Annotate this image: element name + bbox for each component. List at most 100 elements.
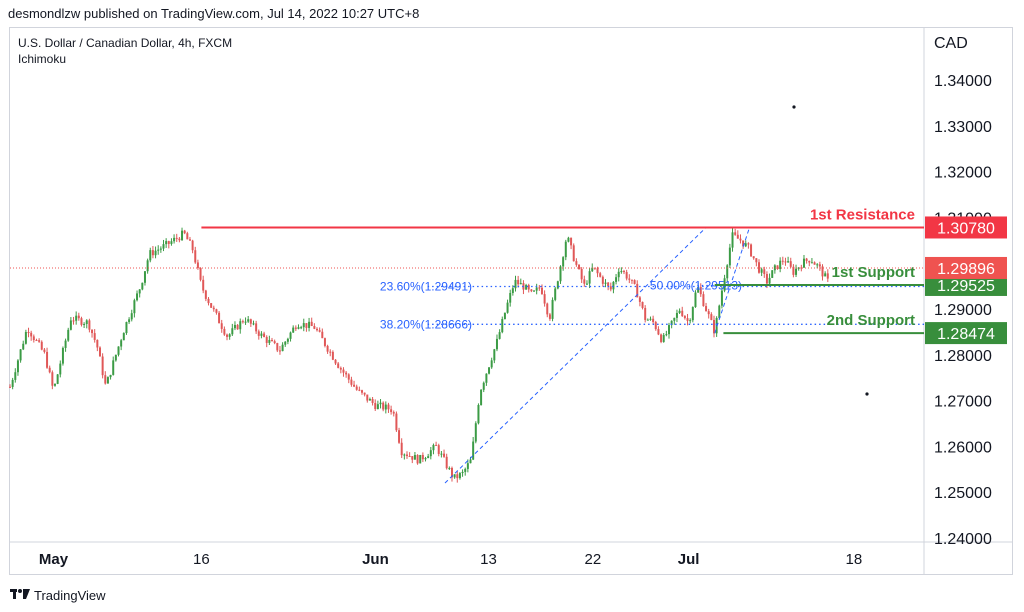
candle-body [437,445,440,454]
price-chart[interactable]: 23.60%(1.29491)38.20%(1.28666)50.00%(1.2… [0,0,1024,612]
candle-body [268,339,271,343]
candle-body [546,303,549,315]
candle-body [91,329,94,334]
candle-body [281,344,284,352]
candle-body [427,456,430,459]
candle-body [448,467,451,469]
candle-body [810,262,813,264]
candle-body [644,307,647,320]
candle-body [331,351,334,360]
candle-body [112,360,115,375]
candle-body [771,270,774,278]
candle-body [149,250,152,261]
tradingview-footer[interactable]: TradingView [10,588,106,603]
candle-body [347,374,350,380]
tradingview-brand: TradingView [34,588,106,603]
sr-level-name: 2nd Support [827,312,915,329]
candle-body [787,261,790,263]
candle-body [694,292,697,308]
candle-body [188,239,191,241]
sr-level-name: 1st Support [832,264,915,281]
candle-body [326,345,329,352]
candle-body [503,312,506,320]
candle-body [498,332,501,339]
candle-body [805,258,808,261]
candle-body [358,389,361,391]
candle-body [321,331,324,339]
currency-label: CAD [934,35,968,52]
candle-body [379,402,382,405]
candle-body [405,454,408,457]
candle-body [474,423,477,442]
candle-body [734,232,737,235]
candle-body [673,317,676,321]
candle-body [538,287,541,289]
candle-body [588,271,591,284]
candle-body [120,340,123,347]
candle-body [106,377,109,384]
candle-body [218,312,221,324]
sr-level-name: 1st Resistance [810,206,915,223]
candle-body [350,379,353,385]
candle-body [578,264,581,269]
candle-body [826,273,829,279]
fib-trend-line [444,227,707,484]
candle-body [408,456,411,458]
candle-body [30,332,33,337]
candle-body [681,310,684,316]
candle-body [228,334,231,337]
candle-body [596,268,599,274]
candle-body [548,314,551,319]
y-tick-label: 1.25000 [934,485,992,502]
candle-body [485,373,488,383]
candle-body [186,233,189,240]
candle-body [466,463,469,469]
candle-body [194,250,197,263]
candle-body [530,289,533,292]
candle-body [130,313,133,320]
candle-body [345,372,348,375]
candle-body [633,280,636,284]
candle-body [233,324,236,329]
candle-body [445,456,448,469]
candle-body [337,363,340,368]
candle-body [27,332,30,334]
candle-body [572,245,575,262]
candle-body [747,243,750,245]
x-tick-label: 13 [480,551,497,568]
candle-body [480,389,483,406]
candle-body [236,324,239,330]
time-axis[interactable]: May 16 Jun 13 22 Jul 18 [39,551,862,568]
candle-body [19,349,22,361]
candle-body [398,430,401,443]
candle-body [440,453,443,455]
candle-body [416,455,419,464]
candle-body [702,294,705,307]
candle-body [461,471,464,474]
candle-body [750,244,753,257]
candle-body [604,282,607,284]
y-tick-label: 1.27000 [934,394,992,411]
y-tick-label: 1.32000 [934,165,992,182]
candle-body [173,237,176,242]
candle-body [628,278,631,280]
candle-body [583,279,586,284]
candle-body [816,264,819,266]
candle-body [136,293,139,301]
candle-body [313,326,316,329]
candle-body [765,274,768,284]
candle-body [580,268,583,280]
candle-body [109,374,112,378]
price-label: 1.30780 [937,220,995,237]
candle-body [241,321,244,323]
candle-body [382,402,385,410]
candle-body [329,351,332,353]
candle-body [374,402,377,410]
candle-body [435,444,438,446]
candle-body [813,262,816,265]
candle-body [252,323,255,325]
price-axis[interactable]: 1.340001.330001.320001.310001.300001.290… [925,73,1007,548]
candle-body [776,265,779,270]
candle-body [683,315,686,319]
candle-body [432,444,435,451]
